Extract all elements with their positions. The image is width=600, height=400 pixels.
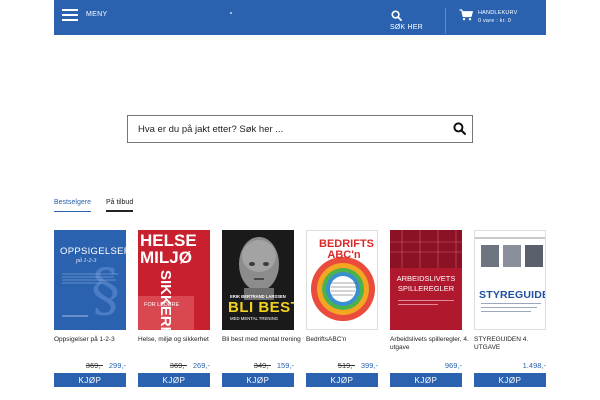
- product-prices: 1.498,-: [474, 361, 546, 370]
- product-prices: 369,- 269,-: [138, 361, 210, 370]
- tab-pa-tilbud[interactable]: På tilbud: [105, 199, 134, 212]
- search-icon[interactable]: [453, 122, 466, 135]
- old-price: 349,-: [253, 361, 271, 370]
- product-cover[interactable]: § OPPSIGELSER på 1-2-3: [54, 230, 126, 330]
- product-title[interactable]: Bli best med mental trening: [222, 336, 302, 344]
- product-title[interactable]: BedriftsABC'n: [306, 336, 386, 344]
- cover-subtitle: FOR LEDERE: [144, 302, 180, 308]
- cart-status: 0 vare : kr. 0: [478, 18, 512, 24]
- cover-title: BLI BEST: [228, 299, 294, 316]
- product-cover[interactable]: HELSE MILJØ SIKKERHET FOR LEDERE: [138, 230, 210, 330]
- buy-button[interactable]: KJØP: [54, 373, 126, 387]
- product-cover[interactable]: ERIK BERTRAND LARSSEN BLI BEST MED MENTA…: [222, 230, 294, 330]
- logo-mark: [230, 12, 232, 14]
- cover-subtitle: MED MENTAL TRENING: [230, 316, 279, 321]
- menu-label: MENY: [86, 11, 108, 18]
- product-title[interactable]: Helse, miljø og sikkerhet: [138, 336, 218, 344]
- buy-button[interactable]: KJØP: [222, 373, 294, 387]
- price: 1.498,-: [522, 361, 546, 370]
- old-price: 519,-: [337, 361, 355, 370]
- hamburger-icon: [62, 9, 78, 21]
- product-cover[interactable]: ARBEIDSLIVETS SPILLEREGLER: [390, 230, 462, 330]
- price: 299,-: [108, 361, 126, 370]
- book-cover-image: §: [54, 230, 126, 330]
- product-card: BEDRIFTS ABC'n BedriftsABC'n 519,- 399,- …: [306, 230, 378, 387]
- header-search-button[interactable]: SØK HER: [390, 10, 424, 31]
- product-title[interactable]: STYREGUIDEN 4. UTGAVE: [474, 336, 554, 352]
- tab-bestsellere[interactable]: Bestselgere: [54, 199, 91, 212]
- product-cover[interactable]: BEDRIFTS ABC'n: [306, 230, 378, 330]
- buy-button[interactable]: KJØP: [138, 373, 210, 387]
- product-title[interactable]: Oppsigelser på 1-2-3: [54, 336, 134, 344]
- menu-button[interactable]: MENY: [62, 9, 108, 21]
- product-card: ERIK BERTRAND LARSSEN BLI BEST MED MENTA…: [222, 230, 301, 387]
- svg-text:§: §: [91, 256, 120, 324]
- shopping-cart-icon: [459, 9, 473, 21]
- cover-title: HELSE MILJØ: [140, 231, 197, 267]
- old-price: 369,-: [85, 361, 103, 370]
- search-box: [127, 115, 473, 143]
- cart-label: HANDLEKURV: [478, 10, 518, 16]
- product-prices: 349,- 159,-: [222, 361, 294, 370]
- search-input[interactable]: [128, 116, 438, 142]
- header-divider: [445, 8, 446, 34]
- price: 269,-: [192, 361, 210, 370]
- cover-title: ARBEIDSLIVETS SPILLEREGLER: [396, 274, 456, 293]
- cover-title: STYREGUIDEN: [479, 289, 545, 301]
- product-prices: 969,-: [390, 361, 462, 370]
- cover-subtitle: på 1-2-3: [76, 258, 97, 264]
- price: 159,-: [276, 361, 294, 370]
- product-tabs: Bestselgere På tilbud: [54, 199, 148, 212]
- buy-button[interactable]: KJØP: [306, 373, 378, 387]
- product-card: ARBEIDSLIVETS SPILLEREGLER Arbeidslivets…: [390, 230, 469, 387]
- old-price: 369,-: [169, 361, 187, 370]
- site-header: MENY SØK HER HANDLEKURV 0 vare : kr. 0: [54, 0, 546, 35]
- product-prices: 519,- 399,-: [306, 361, 378, 370]
- product-prices: 369,- 299,-: [54, 361, 126, 370]
- cover-title: BEDRIFTS ABC'n: [319, 238, 374, 261]
- product-card: HELSE MILJØ SIKKERHET FOR LEDERE Helse, …: [138, 230, 210, 387]
- cart-button[interactable]: HANDLEKURV 0 vare : kr. 0: [459, 9, 518, 25]
- product-card: § OPPSIGELSER på 1-2-3 Oppsigelser på 1-…: [54, 230, 126, 387]
- product-card: STYREGUIDEN STYREGUIDEN 4. UTGAVE 1.498,…: [474, 230, 546, 387]
- book-cover-image: [475, 231, 545, 329]
- price: 969,-: [444, 361, 462, 370]
- cover-side-text: SIKKERHET: [157, 270, 174, 330]
- price: 399,-: [360, 361, 378, 370]
- product-title[interactable]: Arbeidslivets spilleregler, 4. utgave: [390, 336, 470, 352]
- product-cover[interactable]: STYREGUIDEN: [474, 230, 546, 330]
- buy-button[interactable]: KJØP: [474, 373, 546, 387]
- cover-title: OPPSIGELSER: [60, 246, 126, 257]
- search-label: SØK HER: [390, 24, 423, 31]
- buy-button[interactable]: KJØP: [390, 373, 462, 387]
- search-icon: [391, 10, 402, 21]
